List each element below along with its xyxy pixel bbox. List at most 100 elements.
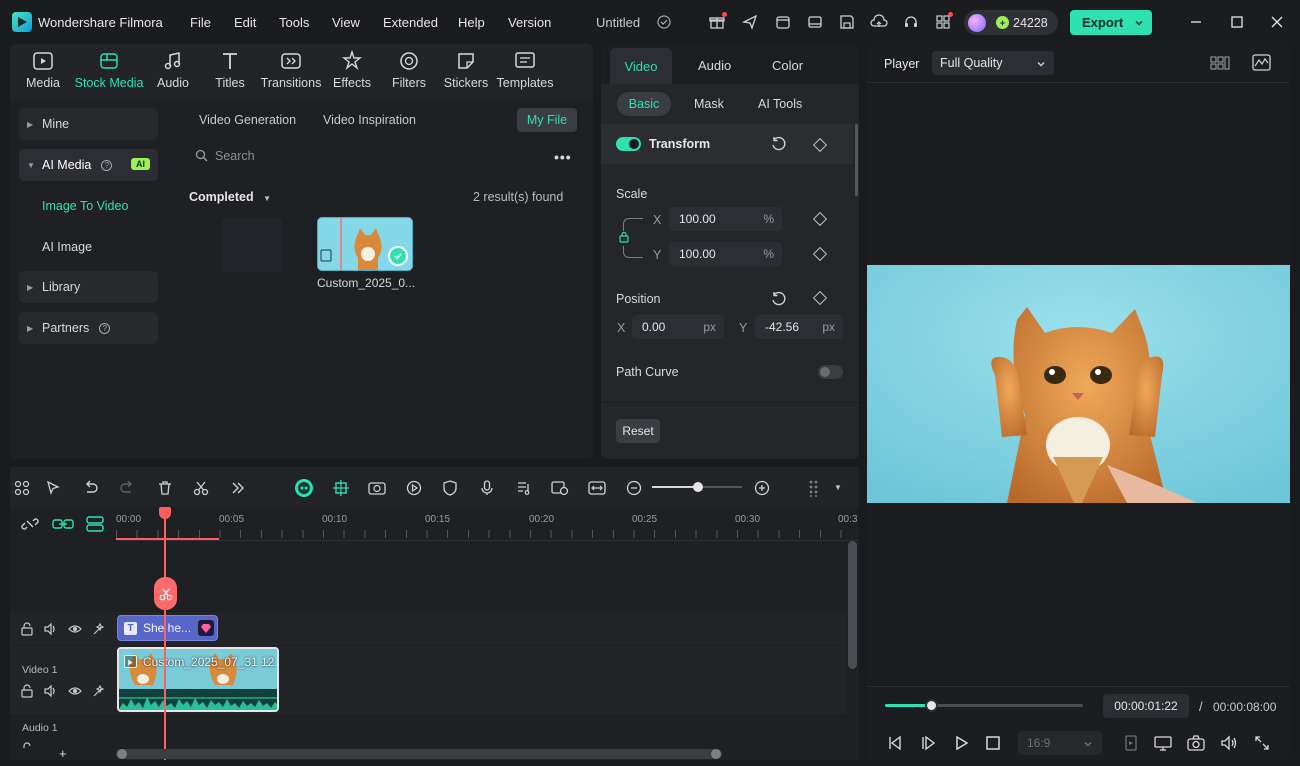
undo-icon[interactable] — [81, 478, 101, 498]
lock-icon[interactable] — [618, 231, 630, 246]
stop-icon[interactable] — [983, 733, 1003, 753]
track-layout-icon[interactable] — [805, 478, 825, 498]
link-clips-icon[interactable] — [52, 515, 74, 536]
mute-track-icon[interactable] — [44, 622, 58, 636]
unlink-icon[interactable] — [21, 515, 39, 536]
help-icon[interactable]: ? — [99, 322, 111, 334]
reset-button[interactable]: Reset — [616, 419, 660, 443]
filter-dropdown[interactable]: Completed ▼ — [189, 190, 271, 204]
mark-clip-icon[interactable] — [1121, 733, 1141, 753]
volume-icon[interactable] — [1219, 733, 1239, 753]
sidebar-item-mine[interactable]: ▶ Mine — [19, 108, 158, 140]
video-clip[interactable]: Custom_2025_07_31 12... — [117, 647, 279, 712]
display-output-icon[interactable] — [1153, 733, 1173, 753]
fit-timeline-icon[interactable] — [587, 478, 607, 498]
menu-tools[interactable]: Tools — [279, 15, 309, 30]
menu-view[interactable]: View — [332, 15, 360, 30]
headset-icon[interactable] — [901, 12, 921, 32]
my-file-button[interactable]: My File — [517, 108, 577, 132]
speed-icon[interactable] — [404, 478, 424, 498]
maximize-icon[interactable] — [1227, 12, 1247, 32]
lock-track-icon[interactable] — [20, 742, 34, 748]
close-icon[interactable] — [1267, 12, 1287, 32]
tab-transitions[interactable]: Transitions — [258, 50, 324, 90]
timeline-horizontal-scrollbar[interactable] — [116, 749, 722, 759]
menu-version[interactable]: Version — [508, 15, 551, 30]
layout-grid-icon[interactable] — [12, 478, 32, 498]
scope-icon[interactable] — [1252, 54, 1271, 74]
position-x-input[interactable]: 0.00 px — [632, 315, 724, 339]
current-time-display[interactable]: 00:00:01:22 — [1103, 694, 1189, 718]
gift-icon[interactable] — [707, 12, 727, 32]
scale-x-input[interactable]: 100.00% — [669, 207, 782, 231]
inspector-scrollbar[interactable] — [855, 124, 858, 196]
tab-media[interactable]: Media — [10, 50, 76, 90]
sidebar-item-partners[interactable]: ▶ Partners ? — [19, 312, 158, 344]
ai-mate-icon[interactable] — [294, 478, 314, 498]
zoom-out-icon[interactable] — [624, 478, 644, 498]
title-clip[interactable]: T She he... — [117, 615, 218, 641]
playhead-handle[interactable] — [159, 507, 171, 519]
layout-icon[interactable] — [805, 12, 825, 32]
playhead-split-button[interactable] — [154, 577, 177, 610]
tab-titles[interactable]: Titles — [197, 50, 263, 90]
send-icon[interactable] — [740, 12, 760, 32]
tab-color[interactable]: Color — [772, 58, 803, 73]
sidebar-item-image-to-video[interactable]: Image To Video — [19, 190, 158, 222]
more-options-icon[interactable]: ••• — [554, 149, 572, 165]
visibility-eye-icon[interactable] — [68, 622, 82, 636]
lock-track-icon[interactable] — [20, 684, 34, 698]
snap-magnet-icon[interactable] — [331, 478, 351, 498]
sidebar-item-ai-media[interactable]: ▼ AI Media ? AI — [19, 149, 158, 181]
timeline-menu-caret-icon[interactable]: ▼ — [834, 483, 842, 492]
microphone-icon[interactable] — [477, 478, 497, 498]
sidebar-item-ai-image[interactable]: AI Image — [19, 231, 158, 263]
lock-track-icon[interactable] — [20, 622, 34, 636]
menu-extended[interactable]: Extended — [383, 15, 438, 30]
grid-view-icon[interactable] — [1210, 55, 1230, 74]
apps-grid-icon[interactable] — [933, 12, 953, 32]
chevron-down-icon[interactable] — [1134, 16, 1144, 31]
save-icon[interactable] — [837, 12, 857, 32]
player-progress-knob[interactable] — [924, 699, 938, 712]
menu-edit[interactable]: Edit — [234, 15, 256, 30]
help-icon[interactable]: ? — [101, 159, 113, 171]
shield-icon[interactable] — [440, 478, 460, 498]
subtab-basic[interactable]: Basic — [617, 92, 671, 116]
zoom-in-icon[interactable] — [752, 478, 772, 498]
track-effects-icon[interactable] — [92, 684, 106, 698]
more-tools-icon[interactable] — [228, 478, 248, 498]
quality-dropdown[interactable]: Full Quality — [932, 51, 1054, 75]
scale-y-input[interactable]: 100.00% — [669, 242, 782, 266]
add-track-button[interactable]: + — [59, 746, 67, 761]
snapshot-camera-icon[interactable] — [1186, 733, 1206, 753]
minimize-icon[interactable] — [1186, 12, 1206, 32]
tab-video[interactable]: Video — [610, 48, 672, 84]
timeline-vertical-scrollbar[interactable] — [848, 541, 857, 669]
aspect-ratio-dropdown[interactable]: 16:9 — [1018, 731, 1102, 755]
delete-icon[interactable] — [155, 478, 175, 498]
tab-stock-media[interactable]: Stock Media — [73, 50, 145, 90]
select-pointer-icon[interactable] — [44, 478, 64, 498]
subtab-mask[interactable]: Mask — [694, 97, 724, 111]
play-icon[interactable] — [951, 733, 971, 753]
menu-file[interactable]: File — [190, 15, 211, 30]
audio-music-icon[interactable] — [514, 478, 534, 498]
menu-help[interactable]: Help — [458, 15, 485, 30]
track-manager-icon[interactable] — [86, 515, 104, 536]
tab-templates[interactable]: Templates — [492, 50, 558, 90]
scroll-handle-left[interactable] — [117, 749, 127, 759]
tab-audio-inspector[interactable]: Audio — [698, 58, 731, 73]
previous-frame-icon[interactable] — [885, 733, 905, 753]
mute-track-icon[interactable] — [44, 684, 58, 698]
scroll-handle-right[interactable] — [711, 749, 721, 759]
cloud-upload-icon[interactable] — [869, 12, 889, 32]
track-effects-icon[interactable] — [92, 622, 106, 636]
zoom-slider-knob[interactable] — [693, 482, 703, 492]
subtab-video-generation[interactable]: Video Generation — [199, 113, 296, 127]
redo-icon[interactable] — [117, 478, 137, 498]
subtab-video-inspiration[interactable]: Video Inspiration — [323, 113, 416, 127]
sidebar-item-library[interactable]: ▶ Library — [19, 271, 158, 303]
search-input[interactable]: Search — [215, 149, 515, 163]
next-frame-icon[interactable] — [918, 733, 938, 753]
